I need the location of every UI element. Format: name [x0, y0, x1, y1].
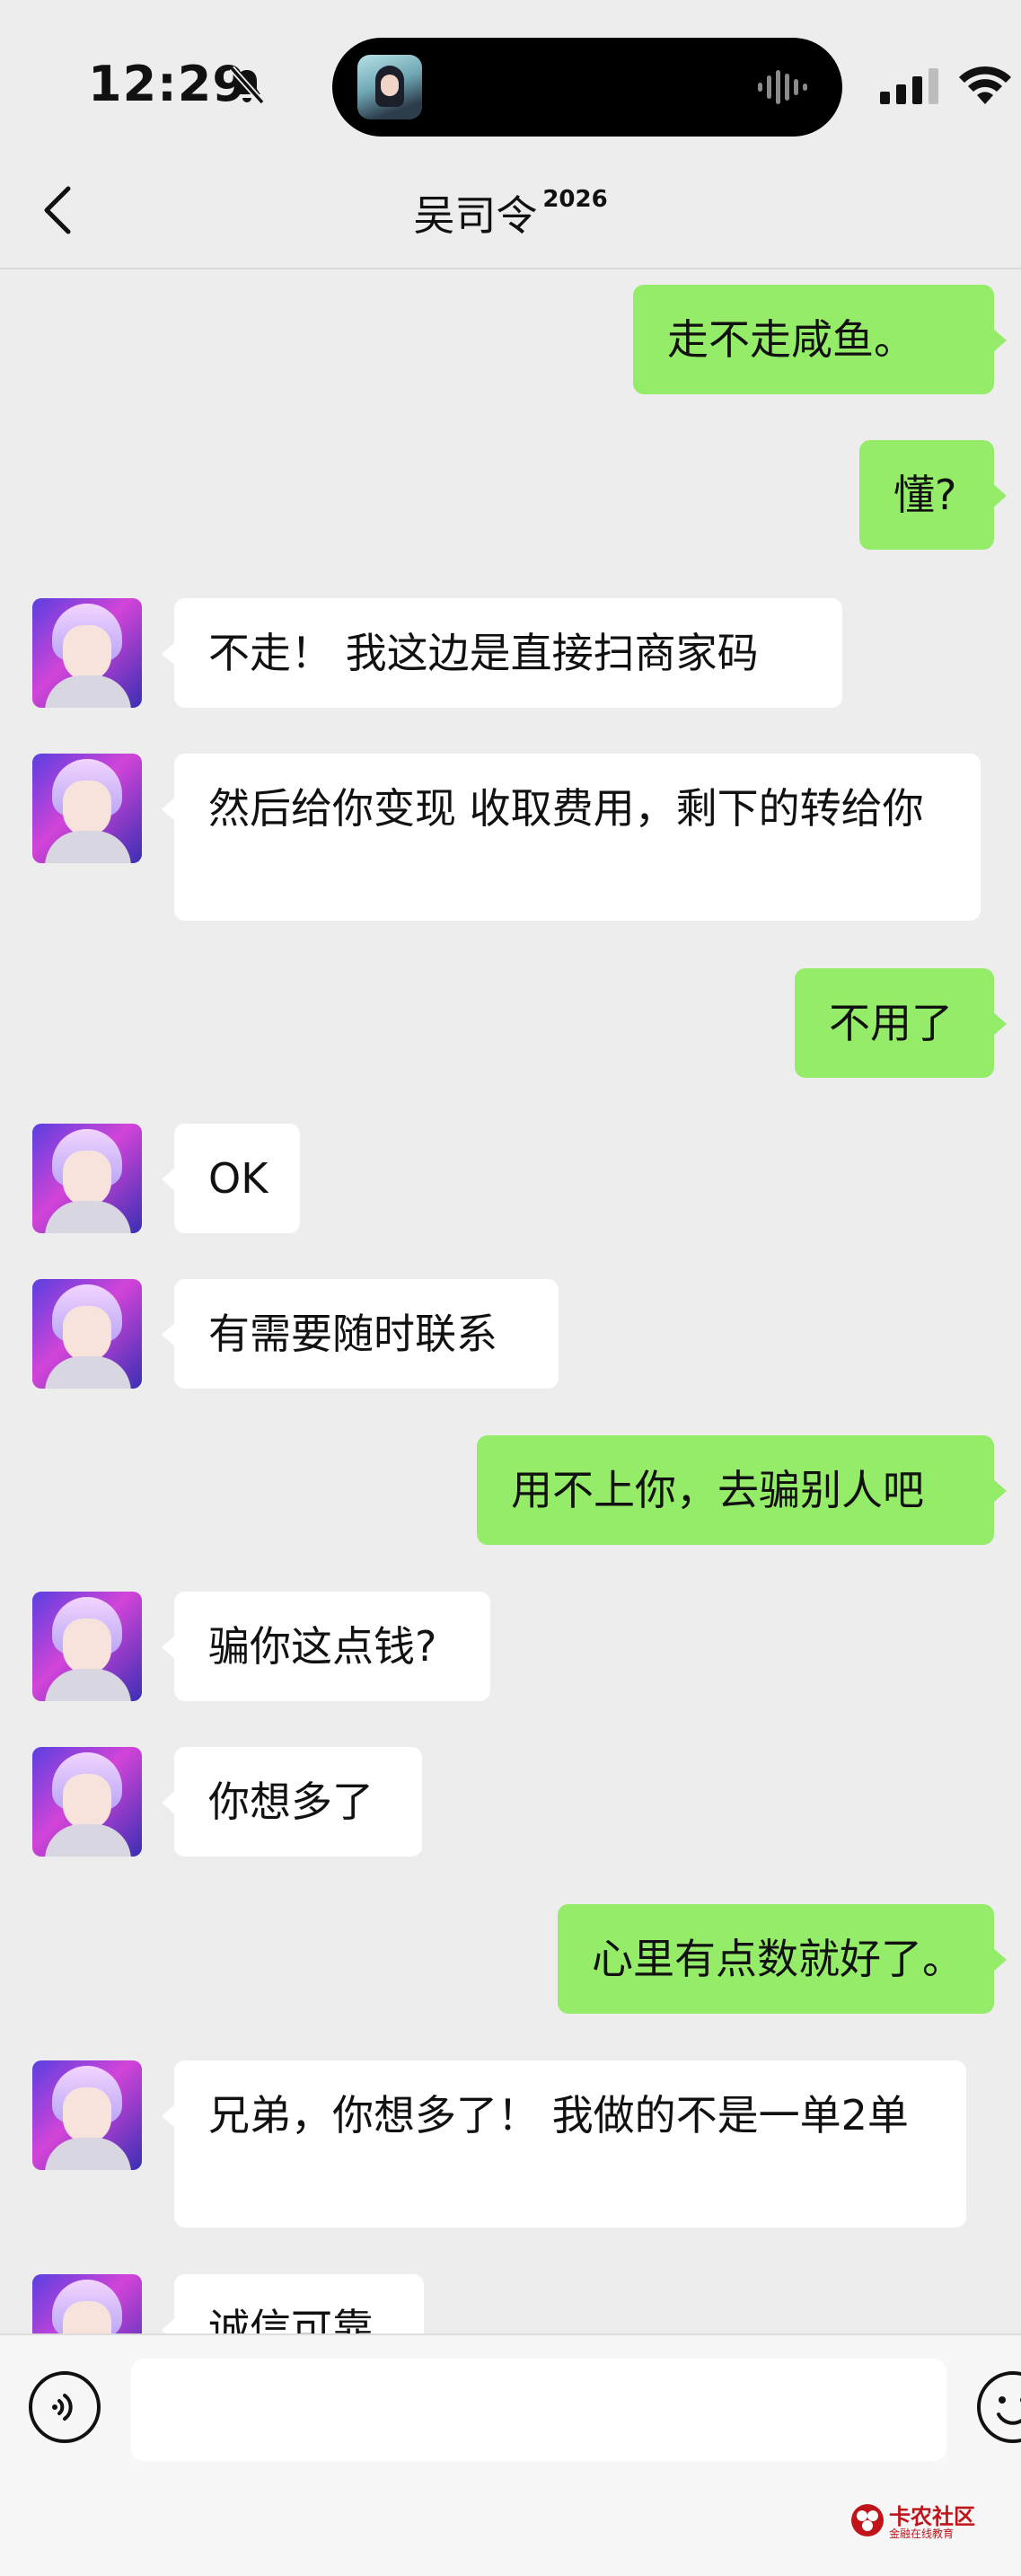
outgoing-message[interactable]: 心里有点数就好了。	[558, 1904, 1007, 2014]
cellular-signal-icon	[880, 68, 938, 104]
contact-avatar[interactable]	[32, 1124, 142, 1233]
audio-waveform-icon	[758, 70, 807, 104]
outgoing-message[interactable]: 用不上你，去骗别人吧	[477, 1435, 1007, 1545]
message-text: 不用了	[829, 999, 953, 1047]
message-text: 懂?	[893, 471, 957, 519]
watermark: 卡农社区 金融在线教育	[849, 2499, 975, 2544]
message-text: 兄弟，你想多了！ 我做的不是一单2单	[208, 2091, 909, 2139]
bell-muted-icon	[229, 66, 265, 105]
message-text: 走不走咸鱼。	[667, 315, 915, 364]
contact-avatar[interactable]	[32, 598, 142, 708]
input-bar: 卡农社区 金融在线教育	[0, 2333, 1021, 2576]
chat-title: 吴司令 2026	[0, 183, 1021, 243]
message-text: 骗你这点钱?	[208, 1622, 437, 1671]
message-text: 心里有点数就好了。	[592, 1935, 964, 1983]
message-text: 然后给你变现 收取费用，剩下的转给你	[208, 784, 924, 833]
message-text: 用不上你，去骗别人吧	[511, 1466, 924, 1514]
watermark-logo-icon	[851, 2504, 884, 2536]
chat-screen: 12:29 吴司令 2026 走不走咸鱼。 懂? 不走！ 我这边是直接扫商家码 …	[0, 0, 1021, 2576]
incoming-message[interactable]: 兄弟，你想多了！ 我做的不是一单2单	[162, 2060, 966, 2228]
incoming-message[interactable]: 诚信可靠	[162, 2274, 424, 2333]
wifi-icon	[959, 66, 1011, 104]
status-bar: 12:29	[0, 0, 1021, 153]
chat-header: 吴司令 2026	[0, 153, 1021, 269]
outgoing-message[interactable]: 不用了	[795, 968, 1007, 1078]
message-text: OK	[208, 1154, 268, 1203]
now-playing-artwork	[357, 55, 422, 119]
message-list[interactable]: 走不走咸鱼。 懂? 不走！ 我这边是直接扫商家码 然后给你变现 收取费用，剩下的…	[0, 269, 1021, 2333]
message-text: 你想多了	[208, 1778, 374, 1826]
status-time: 12:29	[88, 56, 247, 112]
dynamic-island[interactable]	[332, 38, 842, 137]
incoming-message[interactable]: 骗你这点钱?	[162, 1592, 490, 1701]
contact-avatar[interactable]	[32, 1592, 142, 1701]
contact-name-suffix: 2026	[542, 186, 608, 213]
contact-name: 吴司令	[413, 191, 538, 240]
voice-input-icon[interactable]	[27, 2369, 102, 2445]
incoming-message[interactable]: 你想多了	[162, 1747, 422, 1857]
message-text: 有需要随时联系	[208, 1310, 497, 1358]
contact-avatar[interactable]	[32, 1279, 142, 1389]
outgoing-message[interactable]: 走不走咸鱼。	[633, 285, 1007, 394]
incoming-message[interactable]: 不走！ 我这边是直接扫商家码	[162, 598, 842, 708]
message-text: 不走！ 我这边是直接扫商家码	[208, 629, 759, 677]
message-text: 诚信可靠	[208, 2305, 374, 2333]
outgoing-message[interactable]: 懂?	[859, 440, 1007, 550]
incoming-message[interactable]: 然后给你变现 收取费用，剩下的转给你	[162, 754, 981, 921]
watermark-subtitle: 金融在线教育	[889, 2527, 955, 2540]
contact-avatar[interactable]	[32, 1747, 142, 1857]
message-input[interactable]	[131, 2359, 946, 2461]
contact-avatar[interactable]	[32, 754, 142, 863]
contact-avatar[interactable]	[32, 2274, 142, 2333]
contact-avatar[interactable]	[32, 2060, 142, 2170]
incoming-message[interactable]: OK	[162, 1124, 300, 1233]
emoji-icon[interactable]	[975, 2369, 1021, 2445]
incoming-message[interactable]: 有需要随时联系	[162, 1279, 559, 1389]
